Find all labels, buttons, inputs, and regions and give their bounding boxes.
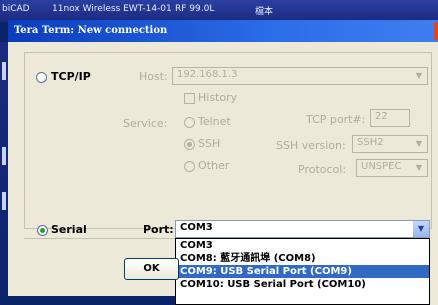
service-label: Service: — [123, 117, 168, 130]
port-option[interactable]: COM8: 藍牙通訊埠 (COM8) — [176, 252, 429, 265]
ok-button[interactable]: OK — [124, 258, 179, 280]
protocol-label: Protocol: — [298, 163, 347, 176]
ssh-version-select[interactable]: SSH2 ▼ — [352, 135, 428, 153]
close-icon[interactable] — [434, 22, 438, 40]
strip-mark — [2, 147, 6, 165]
taskbar-item[interactable]: RF 99.0L — [175, 4, 214, 14]
port-select[interactable]: COM3 ▼ — [175, 220, 430, 238]
host-value: 192.168.1.3 — [177, 69, 238, 80]
protocol-value: UNSPEC — [361, 161, 402, 172]
strip-mark — [2, 62, 6, 80]
tcpip-radio[interactable] — [36, 72, 47, 83]
tcp-port-value: 22 — [375, 111, 388, 122]
other-label: Other — [198, 159, 230, 172]
tcp-port-label: TCP port#: — [306, 113, 366, 126]
taskbar-item[interactable]: 檔本 — [255, 4, 273, 17]
telnet-label: Telnet — [198, 115, 231, 128]
port-option[interactable]: COM3 — [176, 239, 429, 252]
tcpip-label: TCP/IP — [51, 70, 91, 83]
other-radio[interactable] — [184, 161, 195, 172]
history-label: History — [198, 91, 238, 104]
port-option-selected[interactable]: COM9: USB Serial Port (COM9) — [176, 265, 429, 278]
serial-label: Serial — [51, 223, 87, 236]
ssh-label: SSH — [198, 137, 221, 150]
port-option[interactable]: COM10: USB Serial Port (COM10) — [176, 278, 429, 291]
ssh-version-label: SSH version: — [276, 139, 346, 152]
host-label: Host: — [139, 70, 168, 83]
port-dropdown-list: COM3 COM8: 藍牙通訊埠 (COM8) COM9: USB Serial… — [175, 238, 430, 305]
telnet-radio[interactable] — [184, 117, 195, 128]
port-value: COM3 — [180, 222, 213, 233]
chevron-down-icon[interactable]: ▼ — [412, 161, 426, 175]
dialog-title-bar[interactable]: Tera Term: New connection — [8, 20, 438, 42]
taskbar-item[interactable]: 11nox Wireless EWT-14-01 — [52, 4, 172, 14]
chevron-down-icon[interactable]: ▼ — [412, 69, 426, 83]
strip-mark — [2, 192, 6, 210]
chevron-down-icon[interactable]: ▼ — [412, 137, 426, 151]
tcp-port-field[interactable]: 22 — [370, 109, 410, 127]
host-field[interactable]: 192.168.1.3 ▼ — [172, 67, 428, 85]
chevron-down-icon[interactable]: ▼ — [413, 221, 429, 237]
background-window-strip — [0, 42, 8, 305]
serial-radio[interactable] — [37, 225, 48, 236]
port-label: Port: — [143, 223, 174, 236]
taskbar: biCAD 11nox Wireless EWT-14-01 RF 99.0L … — [0, 0, 438, 22]
background-window-strip — [0, 296, 175, 305]
dialog-title: Tera Term: New connection — [14, 25, 168, 36]
history-checkbox[interactable] — [184, 93, 195, 104]
ssh-radio[interactable] — [184, 139, 195, 150]
taskbar-item[interactable]: biCAD — [2, 4, 30, 14]
ssh-version-value: SSH2 — [357, 137, 384, 148]
protocol-select[interactable]: UNSPEC ▼ — [356, 159, 428, 177]
